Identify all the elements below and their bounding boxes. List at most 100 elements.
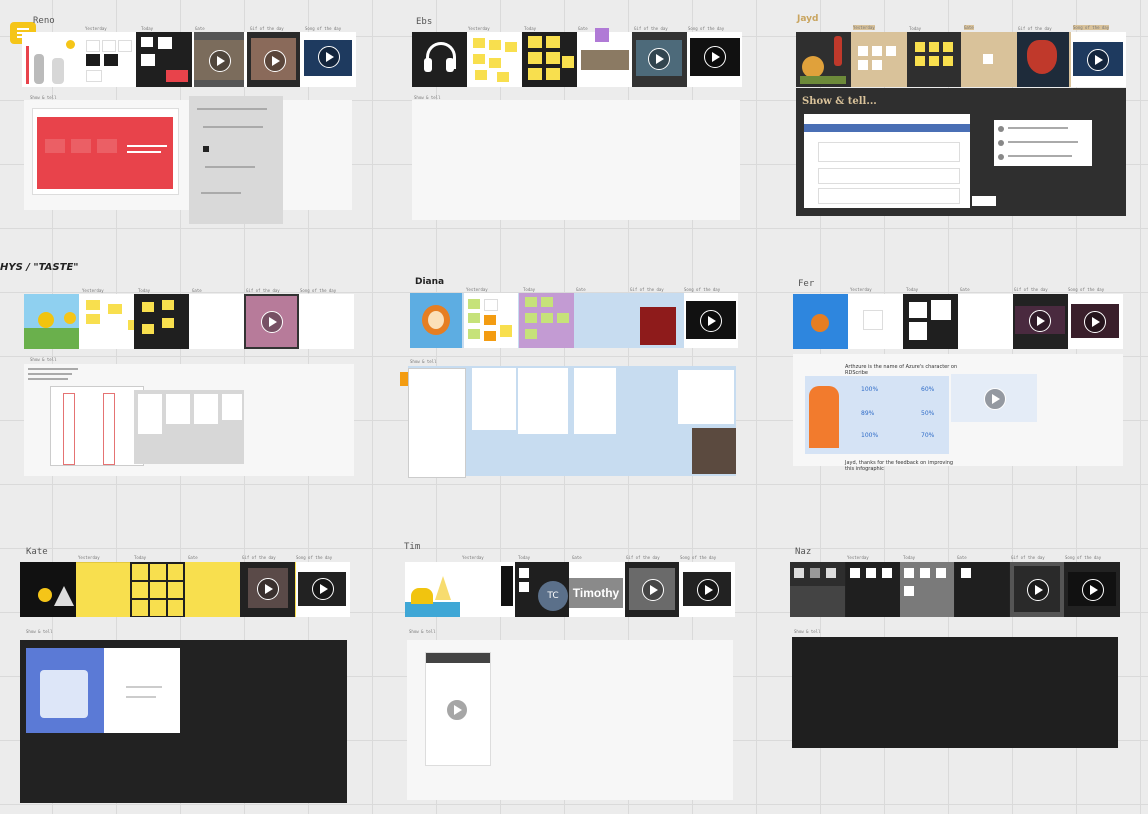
avatar-illustration <box>796 32 851 87</box>
standup-strip <box>20 562 350 617</box>
play-icon[interactable] <box>1082 579 1104 601</box>
gif-cell[interactable] <box>1013 294 1068 349</box>
today-cell[interactable] <box>522 32 577 87</box>
gif-cell[interactable] <box>1010 562 1064 617</box>
today-cell[interactable] <box>134 294 189 349</box>
col-label-today: Today <box>523 287 536 292</box>
col-label-gif: Gif of the day <box>1011 555 1045 560</box>
play-icon[interactable] <box>318 46 340 68</box>
gif-cell[interactable] <box>244 294 299 349</box>
show-tell-note: Arthzure is the name of Azure's characte… <box>845 364 958 376</box>
gif-cell[interactable] <box>240 562 295 617</box>
app-screenshot[interactable] <box>472 368 516 430</box>
play-icon[interactable] <box>312 578 334 600</box>
today-cell[interactable] <box>519 293 574 348</box>
gif-cell[interactable] <box>247 32 300 87</box>
col-label-gif: Gif of the day <box>246 288 280 293</box>
col-label-gif: Gif of the day <box>1014 287 1048 292</box>
today-cell[interactable] <box>130 562 185 617</box>
infographic-stat: 100% <box>861 386 879 393</box>
play-icon[interactable] <box>984 388 1006 410</box>
play-icon[interactable] <box>648 48 670 70</box>
user-avatar[interactable]: TC <box>538 581 568 611</box>
show-tell-label: Show & tell <box>794 629 821 634</box>
play-icon[interactable] <box>257 578 279 600</box>
play-icon[interactable] <box>261 311 283 333</box>
song-cell[interactable] <box>1066 562 1120 617</box>
yesterday-cell[interactable] <box>461 562 515 617</box>
today-cell[interactable] <box>900 562 954 617</box>
yesterday-cell[interactable] <box>80 294 138 349</box>
gate-cell[interactable] <box>579 28 631 87</box>
slide-card[interactable] <box>32 108 179 195</box>
screenshot-card[interactable] <box>804 114 970 208</box>
kanban-board[interactable] <box>134 390 244 464</box>
app-screenshot[interactable] <box>408 368 466 478</box>
yesterday-cell[interactable] <box>80 32 134 87</box>
col-label-gif: Gif of the day <box>634 26 668 31</box>
song-cell[interactable] <box>1069 294 1123 349</box>
col-label-song: Song of the day <box>1068 287 1105 292</box>
song-cell[interactable] <box>688 32 742 87</box>
standup-strip: TC Timothy <box>405 562 735 617</box>
video-call-thumb[interactable] <box>692 428 736 474</box>
board-name: Reno <box>33 16 55 26</box>
gate-cell[interactable] <box>185 562 239 617</box>
song-cell[interactable] <box>684 293 738 348</box>
gate-cell[interactable]: Timothy <box>569 562 623 617</box>
play-icon[interactable] <box>1087 49 1109 71</box>
play-icon[interactable] <box>264 50 286 72</box>
yesterday-cell[interactable] <box>469 32 521 87</box>
play-icon[interactable] <box>1029 310 1051 332</box>
song-cell[interactable] <box>1071 32 1126 87</box>
gif-cell[interactable] <box>1017 32 1069 87</box>
col-label-today: Today <box>138 288 151 293</box>
show-tell-area <box>792 637 1118 748</box>
gif-cell[interactable] <box>625 562 679 617</box>
play-icon[interactable] <box>1084 311 1106 333</box>
today-cell[interactable] <box>136 32 192 87</box>
phone-screenshot[interactable] <box>425 652 491 766</box>
show-tell-label: Show & tell <box>409 629 436 634</box>
yesterday-cell[interactable] <box>464 293 518 348</box>
song-cell[interactable] <box>681 562 735 617</box>
gate-cell[interactable] <box>958 294 1012 349</box>
song-cell[interactable] <box>302 32 356 87</box>
play-icon[interactable] <box>209 50 231 72</box>
yesterday-cell[interactable] <box>846 562 900 617</box>
yesterday-cell[interactable] <box>852 32 906 87</box>
yesterday-cell[interactable] <box>849 294 903 349</box>
video-thumb[interactable] <box>951 374 1037 422</box>
play-icon[interactable] <box>704 46 726 68</box>
app-screenshot[interactable] <box>518 368 568 434</box>
gif-cell[interactable] <box>632 32 687 87</box>
col-label-gif: Gif of the day <box>630 287 664 292</box>
avatar-illustration <box>22 32 77 87</box>
today-cell[interactable] <box>903 294 958 349</box>
gate-cell[interactable] <box>575 293 629 348</box>
song-cell[interactable] <box>300 294 354 349</box>
app-screenshot[interactable] <box>26 648 180 733</box>
play-icon[interactable] <box>700 310 722 332</box>
infographic[interactable]: 100% 60% 89% 50% 100% 70% <box>805 376 949 454</box>
play-icon[interactable] <box>697 579 719 601</box>
today-cell[interactable] <box>907 32 961 87</box>
flow-diagram[interactable] <box>189 96 283 224</box>
play-icon[interactable] <box>642 579 664 601</box>
gate-cell[interactable] <box>194 32 244 87</box>
col-label-gif: Gif of the day <box>242 555 276 560</box>
song-cell[interactable] <box>296 562 350 617</box>
gate-cell[interactable] <box>963 32 1015 87</box>
gate-cell[interactable] <box>955 562 1009 617</box>
app-screenshot[interactable] <box>574 368 616 434</box>
play-icon[interactable] <box>446 699 468 721</box>
show-tell-area: Show & tell... <box>796 88 1126 216</box>
comment-card[interactable] <box>994 120 1092 166</box>
kanban-board[interactable] <box>50 386 144 466</box>
app-screenshot[interactable] <box>678 370 734 424</box>
yesterday-cell[interactable] <box>76 562 130 617</box>
play-icon[interactable] <box>1027 579 1049 601</box>
gif-cell[interactable] <box>630 293 682 348</box>
gate-cell[interactable] <box>189 294 243 349</box>
infographic-stat: 70% <box>921 432 935 439</box>
